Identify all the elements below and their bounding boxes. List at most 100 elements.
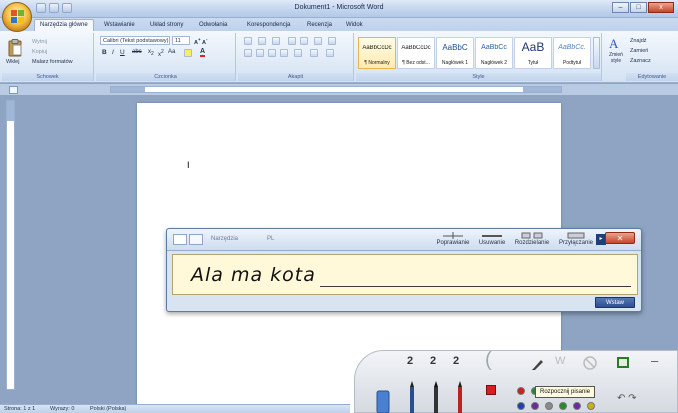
style-heading-2[interactable]: AaBbCc Nagłówek 2 xyxy=(475,37,513,69)
tab-home[interactable]: Narzędzia główne xyxy=(34,19,94,31)
eraser-w-icon[interactable]: W xyxy=(555,355,565,367)
pen-blue-icon[interactable] xyxy=(407,381,417,413)
color-swatch[interactable] xyxy=(517,402,525,410)
underline-icon[interactable]: U xyxy=(120,49,125,56)
minimize-toolbar-icon[interactable]: – xyxy=(651,353,658,368)
tab-page-layout[interactable]: Układ strony xyxy=(150,20,183,31)
color-swatch[interactable] xyxy=(545,402,553,410)
multilevel-list-icon[interactable] xyxy=(272,37,280,45)
tab-insert[interactable]: Wstawianie xyxy=(104,20,135,31)
keyboard-mode-icon[interactable] xyxy=(189,234,203,245)
style-heading-1[interactable]: AaBbC Nagłówek 1 xyxy=(436,37,474,69)
italic-icon[interactable]: I xyxy=(112,49,114,56)
show-marks-icon[interactable] xyxy=(328,37,336,45)
replace-button[interactable]: Zamień xyxy=(630,48,648,54)
grow-font-icon[interactable]: A+ A- xyxy=(194,37,208,46)
writing-pad[interactable]: Ala ma kota xyxy=(172,254,638,295)
strikethrough-icon[interactable]: abc xyxy=(132,49,142,55)
undo-redo-icon[interactable]: ↶ ↷ xyxy=(617,393,637,404)
paste-label[interactable]: Wklej xyxy=(6,59,19,65)
bold-icon[interactable]: B xyxy=(102,49,107,56)
change-styles-label[interactable]: Zmień style xyxy=(606,52,626,64)
color-swatch[interactable] xyxy=(559,402,567,410)
align-right-icon[interactable] xyxy=(268,49,276,57)
office-button[interactable] xyxy=(2,2,32,32)
style-subtitle[interactable]: AaBbCc. Podtytuł xyxy=(553,37,591,69)
highlight-icon[interactable] xyxy=(184,49,192,57)
color-swatch[interactable] xyxy=(517,387,525,395)
pen-size-3[interactable]: 2 xyxy=(453,355,459,367)
clear-icon[interactable] xyxy=(583,356,597,370)
styles-group-label: Style xyxy=(356,73,601,81)
find-button[interactable]: Znajdź xyxy=(630,38,647,44)
style-name: Podtytuł xyxy=(562,60,582,66)
pen-black-icon[interactable] xyxy=(431,381,441,413)
shading-icon[interactable] xyxy=(310,49,318,57)
horizontal-ruler[interactable] xyxy=(110,86,562,93)
tab-references[interactable]: Odwołania xyxy=(199,20,227,31)
increase-indent-icon[interactable] xyxy=(300,37,308,45)
font-color-icon[interactable]: A xyxy=(200,48,206,57)
change-case-icon[interactable]: Aa xyxy=(168,49,175,55)
style-title[interactable]: AaB Tytuł xyxy=(514,37,552,69)
select-button[interactable]: Zaznacz xyxy=(630,58,651,64)
sort-icon[interactable] xyxy=(314,37,322,45)
decrease-indent-icon[interactable] xyxy=(288,37,296,45)
close-button[interactable]: x xyxy=(648,2,674,13)
text-cursor-icon: I xyxy=(187,160,190,170)
styles-group: AaBbCcDc ¶ Normalny AaBbCcDc ¶ Bez odst.… xyxy=(356,33,602,81)
status-words[interactable]: Wyrazy: 0 xyxy=(50,405,74,413)
color-swatch[interactable] xyxy=(587,402,595,410)
ruler-toggle-button[interactable] xyxy=(9,86,18,94)
status-language[interactable]: Polski (Polska) xyxy=(90,405,126,413)
window-title: Dokument1 - Microsoft Word xyxy=(294,4,384,11)
format-painter-button[interactable]: Malarz formatów xyxy=(32,59,73,65)
writing-pad-mode-icon[interactable] xyxy=(173,234,187,245)
correct-action[interactable]: Poprawianie xyxy=(435,232,471,249)
delete-action[interactable]: Usuwanie xyxy=(477,232,507,249)
pen-write-icon[interactable] xyxy=(531,357,545,371)
tab-mailings[interactable]: Korespondencja xyxy=(247,20,290,31)
join-action[interactable]: Przyłączanie xyxy=(557,232,595,249)
pen-red-icon[interactable] xyxy=(455,381,465,413)
tab-review[interactable]: Recenzja xyxy=(307,20,332,31)
color-swatch[interactable] xyxy=(531,402,539,410)
maximize-button[interactable]: □ xyxy=(630,2,647,13)
pen-size-2[interactable]: 2 xyxy=(430,355,436,367)
cut-button[interactable]: Wytnij xyxy=(32,39,47,45)
split-action[interactable]: Rozdzielanie xyxy=(513,232,551,249)
font-name-combo[interactable]: Calibri (Tekst podstawowy) xyxy=(100,36,170,45)
handwritten-ink: Ala ma kota xyxy=(191,264,316,286)
change-styles-icon[interactable]: A xyxy=(608,36,622,50)
style-normal[interactable]: AaBbCcDc ¶ Normalny xyxy=(358,37,396,69)
align-center-icon[interactable] xyxy=(256,49,264,57)
justify-icon[interactable] xyxy=(280,49,288,57)
tab-view[interactable]: Widok xyxy=(346,20,363,31)
copy-button[interactable]: Kopiuj xyxy=(32,49,47,55)
style-no-spacing[interactable]: AaBbCcDc ¶ Bez odst... xyxy=(397,37,435,69)
input-panel-close-button[interactable]: ✕ xyxy=(605,232,635,244)
highlighter-icon[interactable] xyxy=(373,387,393,413)
bullets-icon[interactable] xyxy=(244,37,252,45)
paste-icon[interactable] xyxy=(8,39,22,57)
clipboard-group: Wklej Wytnij Kopiuj Malarz formatów Scho… xyxy=(2,33,94,81)
styles-scroll[interactable] xyxy=(593,37,600,69)
color-swatch[interactable] xyxy=(573,402,581,410)
vertical-ruler[interactable] xyxy=(6,100,15,390)
color-red-square-icon[interactable] xyxy=(486,385,496,395)
align-left-icon[interactable] xyxy=(244,49,252,57)
line-spacing-icon[interactable] xyxy=(294,49,302,57)
font-size-combo[interactable]: 11 xyxy=(172,36,190,45)
screen-capture-icon[interactable] xyxy=(617,357,629,368)
subscript-icon[interactable]: x2 xyxy=(148,49,154,57)
pen-size-1[interactable]: 2 xyxy=(407,355,413,367)
superscript-icon[interactable]: x2 xyxy=(158,49,164,58)
minimize-button[interactable]: – xyxy=(612,2,629,13)
status-page[interactable]: Strona: 1 z 1 xyxy=(4,405,35,413)
tools-menu[interactable]: Narzędzia xyxy=(211,236,238,242)
horizontal-ruler-row xyxy=(0,84,678,95)
borders-icon[interactable] xyxy=(326,49,334,57)
insert-button[interactable]: Wstaw xyxy=(595,297,635,308)
numbering-icon[interactable] xyxy=(258,37,266,45)
language-menu[interactable]: PL xyxy=(267,236,274,242)
